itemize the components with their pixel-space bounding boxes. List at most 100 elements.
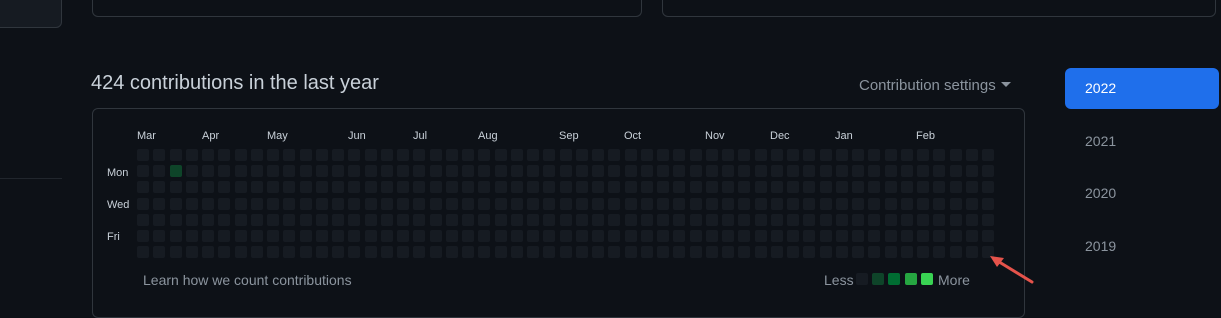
contribution-day-cell[interactable] <box>300 198 312 210</box>
contribution-day-cell[interactable] <box>641 165 653 177</box>
contribution-day-cell[interactable] <box>267 198 279 210</box>
contribution-day-cell[interactable] <box>576 181 588 193</box>
contribution-day-cell[interactable] <box>755 198 767 210</box>
contribution-day-cell[interactable] <box>397 165 409 177</box>
contribution-day-cell[interactable] <box>933 149 945 161</box>
contribution-day-cell[interactable] <box>901 149 913 161</box>
contribution-day-cell[interactable] <box>852 214 864 226</box>
contribution-day-cell[interactable] <box>803 214 815 226</box>
contribution-day-cell[interactable] <box>316 214 328 226</box>
contribution-day-cell[interactable] <box>348 230 360 242</box>
contribution-day-cell[interactable] <box>738 230 750 242</box>
contribution-day-cell[interactable] <box>478 181 490 193</box>
contribution-day-cell[interactable] <box>950 198 962 210</box>
contribution-day-cell[interactable] <box>690 181 702 193</box>
contribution-day-cell[interactable] <box>170 214 182 226</box>
contribution-day-cell[interactable] <box>560 214 572 226</box>
contribution-day-cell[interactable] <box>820 198 832 210</box>
contribution-day-cell[interactable] <box>706 198 718 210</box>
contribution-day-cell[interactable] <box>787 149 799 161</box>
contribution-day-cell[interactable] <box>170 181 182 193</box>
contribution-day-cell[interactable] <box>527 230 539 242</box>
contribution-day-cell[interactable] <box>251 165 263 177</box>
contribution-day-cell[interactable] <box>868 230 880 242</box>
contribution-day-cell[interactable] <box>706 165 718 177</box>
contribution-day-cell[interactable] <box>933 230 945 242</box>
contribution-day-cell[interactable] <box>218 246 230 258</box>
contribution-day-cell[interactable] <box>803 165 815 177</box>
contribution-day-cell[interactable] <box>690 214 702 226</box>
contribution-day-cell[interactable] <box>527 214 539 226</box>
contribution-day-cell[interactable] <box>690 165 702 177</box>
contribution-day-cell[interactable] <box>462 230 474 242</box>
contribution-day-cell[interactable] <box>478 214 490 226</box>
contribution-day-cell[interactable] <box>592 246 604 258</box>
contribution-day-cell[interactable] <box>787 230 799 242</box>
contribution-day-cell[interactable] <box>901 246 913 258</box>
contribution-day-cell[interactable] <box>495 198 507 210</box>
contribution-day-cell[interactable] <box>803 246 815 258</box>
contribution-day-cell[interactable] <box>836 165 848 177</box>
contribution-day-cell[interactable] <box>153 165 165 177</box>
contribution-day-cell[interactable] <box>446 198 458 210</box>
contribution-day-cell[interactable] <box>495 149 507 161</box>
contribution-day-cell[interactable] <box>673 198 685 210</box>
contribution-day-cell[interactable] <box>673 181 685 193</box>
contribution-day-cell[interactable] <box>706 246 718 258</box>
contribution-day-cell[interactable] <box>413 149 425 161</box>
contribution-day-cell[interactable] <box>885 198 897 210</box>
contribution-day-cell[interactable] <box>137 230 149 242</box>
contribution-day-cell[interactable] <box>332 246 344 258</box>
contribution-day-cell[interactable] <box>641 181 653 193</box>
contribution-day-cell[interactable] <box>673 214 685 226</box>
contribution-day-cell[interactable] <box>722 230 734 242</box>
contribution-day-cell[interactable] <box>722 198 734 210</box>
contribution-day-cell[interactable] <box>576 214 588 226</box>
contribution-day-cell[interactable] <box>738 198 750 210</box>
contribution-day-cell[interactable] <box>218 165 230 177</box>
contribution-day-cell[interactable] <box>430 214 442 226</box>
contribution-day-cell[interactable] <box>462 214 474 226</box>
contribution-day-cell[interactable] <box>901 181 913 193</box>
contribution-day-cell[interactable] <box>283 198 295 210</box>
contribution-day-cell[interactable] <box>982 181 994 193</box>
contribution-day-cell[interactable] <box>608 149 620 161</box>
contribution-day-cell[interactable] <box>608 230 620 242</box>
contribution-day-cell[interactable] <box>478 230 490 242</box>
contribution-day-cell[interactable] <box>608 181 620 193</box>
contribution-day-cell[interactable] <box>186 149 198 161</box>
contribution-day-cell[interactable] <box>170 246 182 258</box>
contribution-day-cell[interactable] <box>771 165 783 177</box>
contribution-day-cell[interactable] <box>868 214 880 226</box>
contribution-day-cell[interactable] <box>673 149 685 161</box>
contribution-day-cell[interactable] <box>657 198 669 210</box>
contribution-day-cell[interactable] <box>722 214 734 226</box>
contribution-day-cell[interactable] <box>755 149 767 161</box>
contribution-day-cell[interactable] <box>316 246 328 258</box>
contribution-day-cell[interactable] <box>803 149 815 161</box>
contribution-day-cell[interactable] <box>267 181 279 193</box>
contribution-day-cell[interactable] <box>657 149 669 161</box>
contribution-day-cell[interactable] <box>283 214 295 226</box>
contribution-day-cell[interactable] <box>803 181 815 193</box>
contribution-day-cell[interactable] <box>608 246 620 258</box>
contribution-day-cell[interactable] <box>381 149 393 161</box>
contribution-day-cell[interactable] <box>137 149 149 161</box>
contribution-day-cell[interactable] <box>787 246 799 258</box>
contribution-day-cell[interactable] <box>462 165 474 177</box>
contribution-settings-dropdown[interactable]: Contribution settings <box>859 77 1011 94</box>
contribution-day-cell[interactable] <box>446 246 458 258</box>
contribution-day-cell[interactable] <box>300 230 312 242</box>
contribution-day-cell[interactable] <box>738 246 750 258</box>
contribution-day-cell[interactable] <box>511 214 523 226</box>
contribution-day-cell[interactable] <box>608 198 620 210</box>
contribution-day-cell[interactable] <box>982 165 994 177</box>
contribution-day-cell[interactable] <box>673 165 685 177</box>
contribution-day-cell[interactable] <box>316 149 328 161</box>
contribution-day-cell[interactable] <box>348 198 360 210</box>
contribution-day-cell[interactable] <box>722 181 734 193</box>
contribution-day-cell[interactable] <box>560 181 572 193</box>
contribution-day-cell[interactable] <box>657 214 669 226</box>
contribution-day-cell[interactable] <box>933 165 945 177</box>
contribution-day-cell[interactable] <box>982 214 994 226</box>
